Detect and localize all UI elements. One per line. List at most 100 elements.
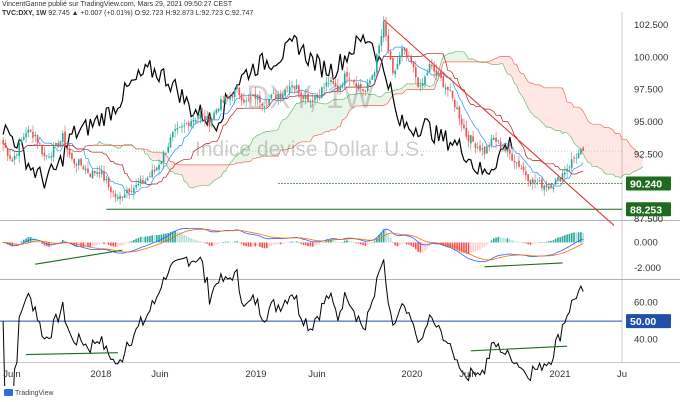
candle xyxy=(43,152,46,157)
macd-histogram-bar xyxy=(515,241,518,243)
macd-histogram-bar xyxy=(275,242,277,245)
macd-histogram-bar xyxy=(210,242,213,246)
candle xyxy=(247,99,250,100)
chart-canvas[interactable]: DXY, 1W Indice devise Dollar U.S. 102.500… xyxy=(0,0,680,402)
rsi-level-badge[interactable]: 50.00 xyxy=(626,314,671,329)
macd-histogram-bar xyxy=(474,242,477,252)
candle xyxy=(366,82,369,92)
candle xyxy=(337,85,339,92)
cloud-segment xyxy=(574,107,577,146)
candle xyxy=(525,171,527,176)
candle xyxy=(355,83,358,88)
candle xyxy=(509,149,511,155)
macd-histogram-bar xyxy=(268,242,270,248)
tradingview-logo[interactable]: TradingView xyxy=(4,389,54,397)
macd-histogram-bar xyxy=(479,242,481,250)
candle xyxy=(208,115,211,127)
price-tick-label: 102.500 xyxy=(634,20,668,31)
price-panel[interactable]: DXY, 1W Indice devise Dollar U.S. xyxy=(2,16,644,226)
watermark-name: Indice devise Dollar U.S. xyxy=(195,138,425,161)
cloud-segment xyxy=(374,94,377,106)
macd-histogram-bar xyxy=(557,237,559,243)
publish-info: VincentGanne publié sur TradingView.com,… xyxy=(2,1,233,8)
cloud-segment xyxy=(544,87,547,128)
candle xyxy=(236,86,238,90)
price-axis[interactable]: 102.500100.00097.50095.00092.50087.5000.… xyxy=(0,20,671,346)
macd-histogram-bar xyxy=(527,242,529,245)
level-badge[interactable]: 88.253 xyxy=(626,202,671,217)
cloud-segment xyxy=(413,83,416,90)
macd-histogram-bar xyxy=(135,238,137,243)
candle xyxy=(463,124,465,129)
macd-histogram-bar xyxy=(130,241,133,243)
candle xyxy=(520,167,523,169)
macd-histogram-bar xyxy=(339,242,341,243)
macd-histogram-bar xyxy=(472,242,474,252)
cloud-segment xyxy=(519,70,522,96)
cloud-segment xyxy=(152,152,155,161)
macd-histogram-bar xyxy=(229,241,231,243)
candle xyxy=(350,80,353,82)
candle xyxy=(98,172,101,174)
footer-bar: TradingView xyxy=(0,386,680,402)
candle xyxy=(178,126,181,128)
candle xyxy=(295,85,298,89)
macd-divergence-line xyxy=(35,249,123,265)
macd-histogram-bar xyxy=(543,242,546,243)
level-badge[interactable]: 90.240 xyxy=(626,176,671,191)
candle xyxy=(20,140,23,143)
cloud-segment xyxy=(562,88,565,134)
candle xyxy=(298,85,300,94)
candle xyxy=(233,89,236,98)
candle xyxy=(139,179,142,183)
symbol-info[interactable]: TVC:DXY, 1W xyxy=(2,10,46,17)
macd-histogram-bar xyxy=(137,237,140,243)
macd-histogram-bar xyxy=(492,238,495,243)
candle xyxy=(327,83,330,85)
candle xyxy=(467,134,470,142)
macd-histogram-bar xyxy=(98,242,101,245)
candle xyxy=(334,82,337,87)
cloud-segment xyxy=(560,87,563,134)
candle xyxy=(126,189,128,194)
candle xyxy=(531,178,534,184)
candle xyxy=(405,48,408,57)
candle xyxy=(513,160,516,163)
macd-histogram-bar xyxy=(403,242,406,244)
cloud-segment xyxy=(596,124,600,169)
macd-panel[interactable] xyxy=(2,227,584,268)
rsi-divergence-line xyxy=(26,352,118,356)
macd-histogram-bar xyxy=(502,237,504,243)
macd-histogram-bar xyxy=(222,242,225,243)
candle xyxy=(412,61,415,68)
macd-histogram-bar xyxy=(541,242,543,243)
candle xyxy=(73,158,76,164)
candle xyxy=(451,91,454,98)
candle xyxy=(137,183,140,186)
candle xyxy=(197,117,199,119)
candle xyxy=(64,131,66,147)
candle xyxy=(378,45,380,54)
macd-histogram-bar xyxy=(91,242,94,247)
candle xyxy=(181,126,183,128)
candle xyxy=(135,185,137,188)
candle xyxy=(27,129,30,133)
macd-histogram-bar xyxy=(142,236,144,243)
cloud-segment xyxy=(580,108,584,154)
time-axis[interactable]: Juin 2018 Juin 2019 Juin 2020 Juin 2021 Ju xyxy=(3,369,627,380)
macd-histogram-bar xyxy=(39,241,41,243)
macd-histogram-bar xyxy=(350,241,353,243)
macd-histogram-bar xyxy=(554,238,557,243)
candle xyxy=(34,134,37,137)
candle xyxy=(206,116,208,120)
candle xyxy=(279,93,282,98)
macd-histogram-bar xyxy=(520,242,523,243)
macd-histogram-bar xyxy=(396,242,399,247)
candle xyxy=(231,94,234,98)
candle xyxy=(304,94,307,100)
cloud-segment xyxy=(117,145,121,149)
cloud-segment xyxy=(530,83,533,114)
rsi-panel[interactable] xyxy=(0,256,622,402)
candle xyxy=(130,191,133,193)
macd-histogram-bar xyxy=(110,242,112,246)
